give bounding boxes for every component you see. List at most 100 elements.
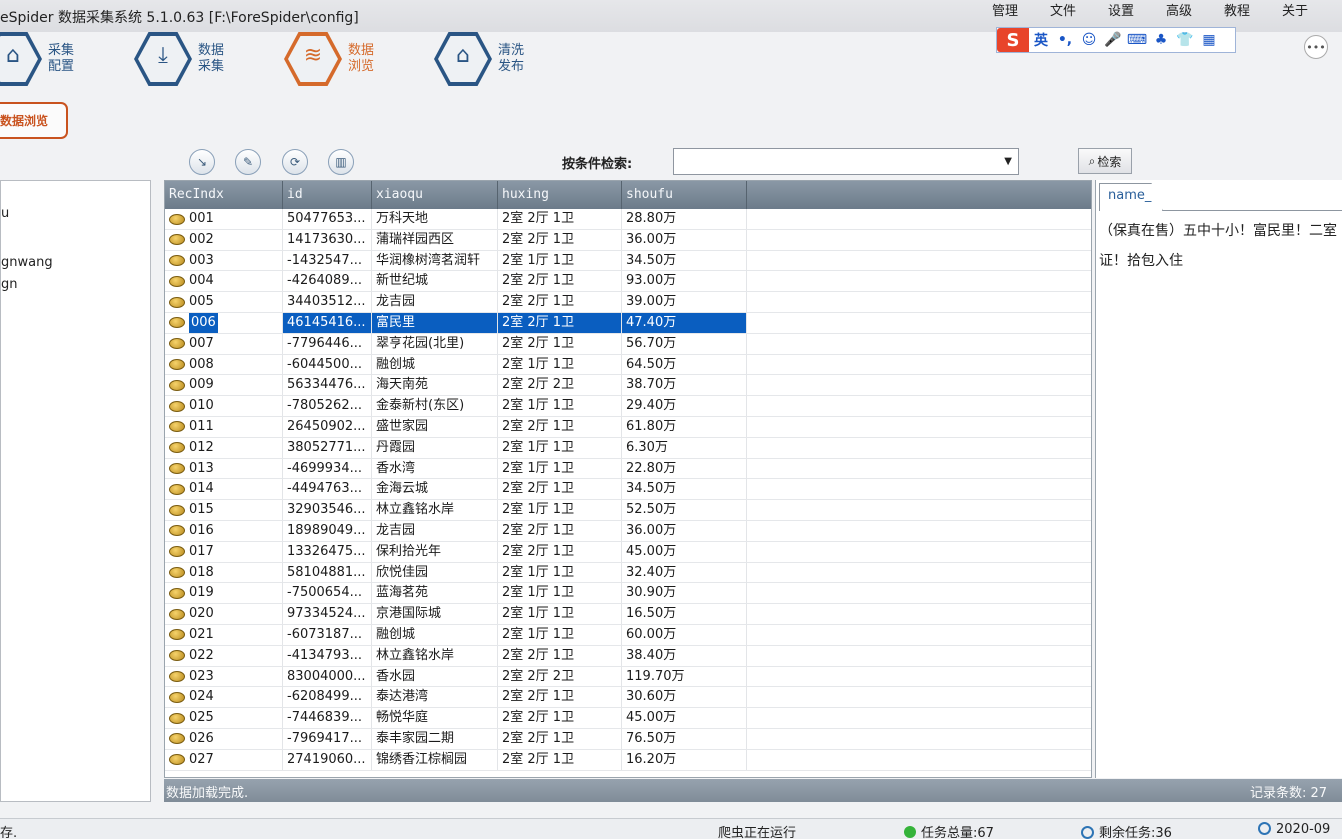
data-grid: RecIndx id xiaoqu huxing shoufu 001 50477653.… bbox=[164, 180, 1092, 778]
delete-icon[interactable]: ▥ bbox=[328, 149, 354, 175]
rec-index-text: 016 bbox=[189, 522, 214, 538]
menu-settings[interactable]: 设置 bbox=[1108, 0, 1134, 19]
rec-index-cell: 018 bbox=[165, 562, 283, 583]
refresh-icon[interactable]: ⟳ bbox=[282, 149, 308, 175]
table-row[interactable]: 026 -7969417... 泰丰家园二期 2室 2厅 1卫 76.50万 bbox=[165, 728, 1091, 750]
menu-about[interactable]: 关于 bbox=[1282, 0, 1308, 19]
table-row[interactable]: 011 26450902... 盛世家园 2室 2厅 1卫 61.80万 bbox=[165, 416, 1091, 438]
column-header-huxing[interactable]: huxing bbox=[498, 181, 622, 209]
rec-index-cell: 020 bbox=[165, 604, 283, 625]
table-row[interactable]: 008 -6044500... 融创城 2室 1厅 1卫 64.50万 bbox=[165, 354, 1091, 376]
table-row[interactable]: 001 50477653... 万科天地 2室 2厅 1卫 28.80万 bbox=[165, 209, 1091, 230]
column-header-xiaoqu[interactable]: xiaoqu bbox=[372, 181, 498, 209]
app-grid-icon[interactable]: ▦ bbox=[1197, 28, 1221, 52]
record-icon bbox=[169, 338, 185, 350]
cell-shoufu: 93.00万 bbox=[622, 271, 747, 292]
cell-id: 97334524... bbox=[283, 604, 372, 625]
column-header-recindx[interactable]: RecIndx bbox=[165, 181, 283, 209]
table-row[interactable]: 019 -7500654... 蓝海茗苑 2室 1厅 1卫 30.90万 bbox=[165, 583, 1091, 605]
table-row[interactable]: 010 -7805262... 金泰新村(东区) 2室 1厅 1卫 29.40万 bbox=[165, 396, 1091, 417]
table-row[interactable]: 025 -7446839... 畅悦华庭 2室 2厅 1卫 45.00万 bbox=[165, 708, 1091, 729]
table-row[interactable]: 013 -4699934... 香水湾 2室 1厅 1卫 22.80万 bbox=[165, 458, 1091, 480]
cell-shoufu: 34.50万 bbox=[622, 250, 747, 271]
table-row[interactable]: 027 27419060... 锦绣香江棕榈园 2室 2厅 1卫 16.20万 bbox=[165, 749, 1091, 771]
table-row[interactable]: 020 97334524... 京港国际城 2室 1厅 1卫 16.50万 bbox=[165, 604, 1091, 625]
toolbox-icon[interactable]: ♣ bbox=[1149, 28, 1173, 52]
cell-id: -7796446... bbox=[283, 333, 372, 354]
row-filler bbox=[747, 375, 1091, 395]
rec-index-text: 007 bbox=[189, 335, 214, 351]
table-row[interactable]: 012 38052771... 丹霞园 2室 1厅 1卫 6.30万 bbox=[165, 437, 1091, 459]
column-header-id[interactable]: id bbox=[283, 181, 372, 209]
table-row[interactable]: 016 18989049... 龙吉园 2室 2厅 1卫 36.00万 bbox=[165, 520, 1091, 542]
record-icon bbox=[169, 504, 185, 516]
table-row[interactable]: 006 46145416... 富民里 2室 2厅 1卫 47.40万 bbox=[165, 312, 1091, 334]
cell-id: -4264089... bbox=[283, 271, 372, 292]
cell-xiaoqu: 蓝海茗苑 bbox=[372, 583, 498, 604]
microphone-icon[interactable]: 🎤 bbox=[1101, 28, 1125, 52]
cell-shoufu: 76.50万 bbox=[622, 728, 747, 749]
ime-lang-button[interactable]: 英 bbox=[1029, 28, 1053, 52]
rec-index-text: 015 bbox=[189, 502, 214, 518]
table-row[interactable]: 018 58104881... 欣悦佳园 2室 1厅 1卫 32.40万 bbox=[165, 562, 1091, 584]
record-icon bbox=[169, 525, 185, 537]
search-label: 按条件检索: bbox=[562, 157, 633, 172]
nav-data-collect[interactable]: ⤓ 数据采集 bbox=[134, 30, 228, 88]
cell-huxing: 2室 1厅 1卫 bbox=[498, 437, 622, 458]
menu-file[interactable]: 文件 bbox=[1050, 0, 1076, 19]
cell-shoufu: 16.50万 bbox=[622, 604, 747, 625]
tree-item[interactable]: gnwang bbox=[1, 255, 53, 270]
ime-punct-icon[interactable]: •, bbox=[1053, 28, 1077, 52]
column-header-shoufu[interactable]: shoufu bbox=[622, 181, 747, 209]
import-icon[interactable]: ↘ bbox=[189, 149, 215, 175]
table-row[interactable]: 005 34403512... 龙吉园 2室 2厅 1卫 39.00万 bbox=[165, 292, 1091, 313]
table-row[interactable]: 014 -4494763... 金海云城 2室 2厅 1卫 34.50万 bbox=[165, 479, 1091, 501]
table-row[interactable]: 003 -1432547... 华润橡树湾茗润轩 2室 1厅 1卫 34.50万 bbox=[165, 250, 1091, 272]
skin-icon[interactable]: 👕 bbox=[1173, 28, 1197, 52]
nav-data-browse[interactable]: ≋ 数据浏览 bbox=[284, 30, 378, 88]
nav-label: 清洗发布 bbox=[498, 43, 525, 74]
status-date: 2020-09 bbox=[1258, 822, 1330, 837]
cell-xiaoqu: 龙吉园 bbox=[372, 292, 498, 313]
tree-item[interactable]: gn bbox=[1, 277, 18, 292]
cell-id: -6208499... bbox=[283, 687, 372, 708]
edit-icon[interactable]: ✎ bbox=[235, 149, 261, 175]
rec-index-cell: 011 bbox=[165, 416, 283, 437]
chat-icon[interactable]: ••• bbox=[1304, 35, 1328, 59]
table-row[interactable]: 022 -4134793... 林立鑫铭水岸 2室 2厅 1卫 38.40万 bbox=[165, 645, 1091, 667]
table-row[interactable]: 023 83004000... 香水园 2室 2厅 2卫 119.70万 bbox=[165, 666, 1091, 688]
status-left-text: 存. bbox=[0, 826, 18, 839]
column-header-filler bbox=[747, 181, 1091, 209]
tab-data-browse[interactable]: 数据浏览 bbox=[0, 102, 68, 139]
table-row[interactable]: 021 -6073187... 融创城 2室 1厅 1卫 60.00万 bbox=[165, 624, 1091, 646]
sogou-logo-icon[interactable]: S bbox=[997, 28, 1029, 52]
tree-item[interactable]: u bbox=[1, 206, 9, 221]
load-status-text: 数据加载完成. bbox=[166, 786, 249, 801]
table-row[interactable]: 017 13326475... 保利拾光年 2室 2厅 1卫 45.00万 bbox=[165, 541, 1091, 563]
keyboard-icon[interactable]: ⌨ bbox=[1125, 28, 1149, 52]
grid-header: RecIndx id xiaoqu huxing shoufu bbox=[165, 181, 1091, 209]
emoji-icon[interactable]: ☺ bbox=[1077, 28, 1101, 52]
menu-tutorial[interactable]: 教程 bbox=[1224, 0, 1250, 19]
table-row[interactable]: 024 -6208499... 泰达港湾 2室 2厅 1卫 30.60万 bbox=[165, 687, 1091, 709]
table-row[interactable]: 002 14173630... 蒲瑞祥园西区 2室 2厅 1卫 36.00万 bbox=[165, 229, 1091, 251]
table-row[interactable]: 015 32903546... 林立鑫铭水岸 2室 1厅 1卫 52.50万 bbox=[165, 500, 1091, 521]
row-filler bbox=[747, 687, 1091, 707]
menu-manage[interactable]: 管理 bbox=[992, 0, 1018, 19]
search-button[interactable]: ⌕ 检索 bbox=[1078, 148, 1132, 174]
rec-index-cell: 017 bbox=[165, 541, 283, 562]
table-row[interactable]: 007 -7796446... 翠亨花园(北里) 2室 2厅 1卫 56.70万 bbox=[165, 333, 1091, 355]
nav-clean-publish[interactable]: ⌂ 清洗发布 bbox=[434, 30, 528, 88]
cell-id: 14173630... bbox=[283, 229, 372, 250]
search-condition-select[interactable]: ▼ bbox=[673, 148, 1019, 175]
menu-advanced[interactable]: 高级 bbox=[1166, 0, 1192, 19]
table-row[interactable]: 004 -4264089... 新世纪城 2室 2厅 1卫 93.00万 bbox=[165, 271, 1091, 293]
record-icon bbox=[169, 442, 185, 454]
table-row[interactable]: 009 56334476... 海天南苑 2室 2厅 2卫 38.70万 bbox=[165, 375, 1091, 397]
cell-huxing: 2室 2厅 1卫 bbox=[498, 292, 622, 313]
record-icon bbox=[169, 359, 185, 371]
task-remaining: 剩余任务:36 bbox=[1081, 822, 1172, 839]
nav-collect-config[interactable]: ⌂ 采集配置 bbox=[0, 30, 78, 88]
cell-huxing: 2室 2厅 1卫 bbox=[498, 541, 622, 562]
rec-index-text: 023 bbox=[189, 668, 214, 684]
